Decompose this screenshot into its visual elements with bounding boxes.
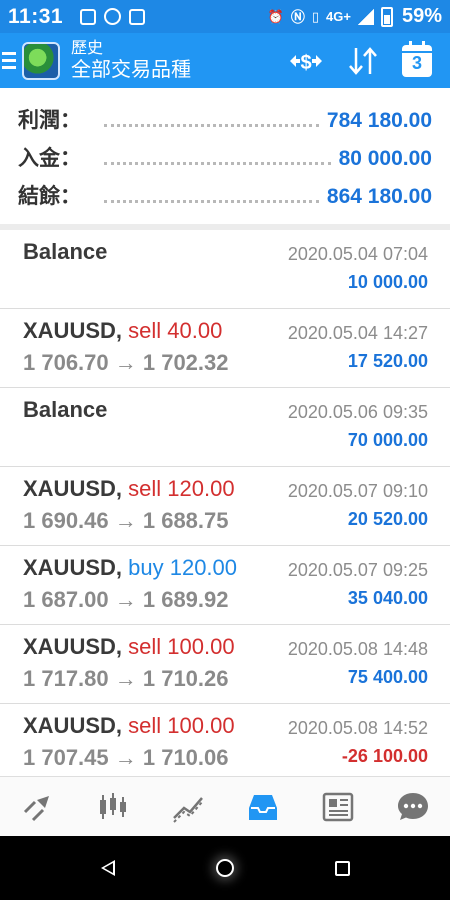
entry-date: 2020.05.04 07:04 [287, 244, 428, 264]
entry-symbol: XAUUSD, [23, 713, 123, 738]
deposit-row: 入金： 80 000.00 [18, 142, 432, 180]
balance-value: 864 180.00 [326, 185, 432, 208]
profit-value: 784 180.00 [326, 109, 432, 132]
entry-symbol: XAUUSD, [23, 476, 123, 501]
app-bar: 歷史 全部交易品種 $ 3 [0, 33, 450, 88]
entry-amount: 20 520.00 [347, 509, 428, 529]
entry-side: buy 120.00 [128, 555, 238, 580]
recent-apps-icon[interactable] [334, 860, 350, 876]
news-icon[interactable] [318, 787, 358, 827]
balance-row: 結餘： 864 180.00 [18, 180, 432, 218]
entry-date: 2020.05.07 09:10 [287, 481, 428, 501]
entry-amount: 70 000.00 [347, 430, 428, 450]
deposit-label: 入金： [18, 147, 81, 170]
network-type: 4G+ [326, 9, 351, 24]
entry-side: sell 40.00 [128, 318, 223, 343]
dotted-leader [104, 124, 319, 127]
list-item[interactable]: XAUUSD, sell 100.00 1 707.45 → 1 710.06 … [0, 704, 450, 776]
quotes-arrows-icon[interactable] [18, 787, 58, 827]
entry-prices: 1 687.00 → 1 689.92 [23, 587, 229, 612]
dotted-leader [104, 200, 319, 203]
trend-line-icon[interactable] [168, 787, 208, 827]
system-navigation-bar [0, 836, 450, 900]
calendar-icon[interactable]: 3 [402, 40, 432, 77]
entry-amount: 75 400.00 [347, 667, 428, 687]
news-notification-icon [129, 8, 145, 25]
dotted-leader [104, 162, 331, 165]
back-icon[interactable] [100, 860, 115, 876]
entry-symbol: XAUUSD, [23, 634, 123, 659]
page-title: 歷史 [71, 40, 104, 57]
entry-title: Balance [23, 239, 108, 264]
entry-amount: -26 100.00 [341, 746, 428, 766]
entry-title: Balance [23, 397, 108, 422]
entry-prices: 1 717.80 → 1 710.26 [23, 666, 229, 691]
app-notification-icon [104, 8, 121, 25]
menu-icon[interactable] [2, 52, 16, 69]
entry-date: 2020.05.04 14:27 [287, 323, 428, 343]
app-logo [22, 41, 60, 80]
deposit-withdraw-icon[interactable]: $ [288, 46, 324, 76]
entry-amount: 10 000.00 [347, 272, 428, 292]
entry-symbol: XAUUSD, [23, 318, 123, 343]
list-item[interactable]: Balance 2020.05.06 09:35 70 000.00 [0, 388, 450, 467]
entry-date: 2020.05.07 09:25 [287, 560, 428, 580]
entry-prices: 1 707.45 → 1 710.06 [23, 745, 229, 770]
entry-date: 2020.05.08 14:52 [287, 718, 428, 738]
nfc-icon: Ⓝ [290, 8, 305, 25]
chat-icon[interactable] [393, 787, 433, 827]
entry-amount: 17 520.00 [347, 351, 428, 371]
list-item[interactable]: XAUUSD, sell 40.00 1 706.70 → 1 702.32 2… [0, 309, 450, 388]
home-icon[interactable] [215, 859, 234, 877]
entry-side: sell 100.00 [128, 713, 235, 738]
battery-icon [380, 6, 393, 27]
list-item[interactable]: XAUUSD, buy 120.00 1 687.00 → 1 689.92 2… [0, 546, 450, 625]
entry-prices: 1 690.46 → 1 688.75 [23, 508, 229, 533]
alarm-icon: ⏰ [267, 8, 284, 24]
list-item[interactable]: XAUUSD, sell 100.00 1 717.80 → 1 710.26 … [0, 625, 450, 704]
deposit-value: 80 000.00 [338, 147, 432, 170]
balance-label: 結餘： [18, 185, 81, 208]
entry-amount: 35 040.00 [347, 588, 428, 608]
entry-side: sell 120.00 [128, 476, 235, 501]
profit-row: 利潤： 784 180.00 [18, 104, 432, 142]
summary-panel: 利潤： 784 180.00 入金： 80 000.00 結餘： 864 180… [0, 88, 450, 224]
svg-text:$: $ [300, 52, 311, 74]
battery-percent: 59% [401, 5, 442, 27]
entry-side: sell 100.00 [128, 634, 235, 659]
entry-date: 2020.05.08 14:48 [287, 639, 428, 659]
list-item[interactable]: XAUUSD, sell 120.00 1 690.46 → 1 688.75 … [0, 467, 450, 546]
status-time: 11:31 [8, 4, 64, 28]
sort-icon[interactable] [346, 46, 380, 76]
entry-date: 2020.05.06 09:35 [287, 402, 428, 422]
profit-label: 利潤： [18, 109, 81, 132]
status-bar: 11:31 ⏰ Ⓝ ▯ 4G+ 59% [0, 0, 450, 33]
entry-prices: 1 706.70 → 1 702.32 [23, 350, 229, 375]
entry-symbol: XAUUSD, [23, 555, 123, 580]
gallery-icon [80, 8, 96, 25]
candlestick-chart-icon[interactable] [93, 787, 133, 827]
history-inbox-icon[interactable] [243, 787, 283, 827]
vibrate-icon: ▯ [311, 8, 320, 24]
signal-icon [357, 8, 374, 25]
history-list[interactable]: Balance 2020.05.04 07:04 10 000.00 XAUUS… [0, 230, 450, 776]
list-item[interactable]: Balance 2020.05.04 07:04 10 000.00 [0, 230, 450, 309]
symbol-filter[interactable]: 全部交易品種 [71, 58, 191, 82]
bottom-navigation [0, 776, 450, 836]
